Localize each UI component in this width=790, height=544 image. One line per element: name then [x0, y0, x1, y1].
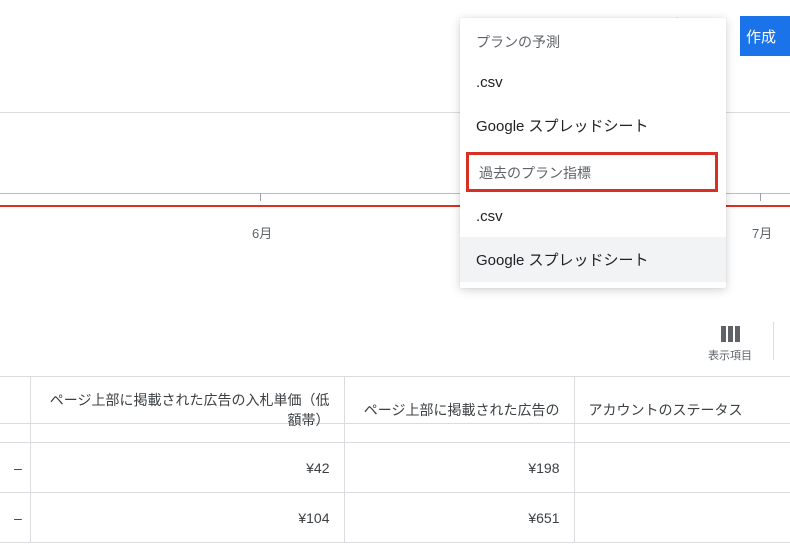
chart-tick-label: 7月 — [752, 223, 772, 242]
table-cell — [574, 443, 790, 493]
columns-icon — [721, 326, 740, 342]
chart-tick-label: 6月 — [252, 223, 272, 242]
menu-item-forecast-csv[interactable]: .csv — [460, 62, 726, 103]
table-header-cell[interactable]: アカウントのステータス — [574, 377, 790, 443]
table-row: – ¥104 ¥651 — [0, 493, 790, 543]
table-header-cell[interactable] — [0, 377, 30, 443]
table-cell: ¥651 — [344, 493, 574, 543]
download-menu: プランの予測 .csv Google スプレッドシート 過去のプラン指標 .cs… — [460, 18, 726, 288]
metrics-table: ページ上部に掲載された広告の入札単価（低額帯） ページ上部に掲載された広告の ア… — [0, 376, 790, 543]
table-header-cell[interactable]: ページ上部に掲載された広告の入札単価（低額帯） — [30, 377, 344, 443]
divider — [773, 322, 774, 360]
menu-item-historical-sheets[interactable]: Google スプレッドシート — [460, 237, 726, 282]
create-button[interactable]: 作成 — [740, 16, 790, 56]
columns-toggle[interactable]: 表示項目 — [708, 326, 752, 363]
menu-item-forecast-sheets[interactable]: Google スプレッドシート — [460, 103, 726, 148]
columns-toggle-label: 表示項目 — [708, 347, 752, 363]
menu-section-forecast-header: プランの予測 — [460, 18, 726, 62]
table-cell: ¥198 — [344, 443, 574, 493]
table-header-row: ページ上部に掲載された広告の入札単価（低額帯） ページ上部に掲載された広告の ア… — [0, 377, 790, 443]
table-cell: ¥104 — [30, 493, 344, 543]
menu-section-historical-header: 過去のプラン指標 — [466, 152, 718, 192]
table-cell — [574, 493, 790, 543]
table-header-cell[interactable]: ページ上部に掲載された広告の — [344, 377, 574, 443]
chart-tick — [760, 193, 761, 201]
menu-item-historical-csv[interactable]: .csv — [460, 196, 726, 237]
table-row: – ¥42 ¥198 — [0, 443, 790, 493]
chart-tick — [260, 193, 261, 201]
table-cell: – — [0, 443, 30, 493]
table-cell: ¥42 — [30, 443, 344, 493]
table-cell: – — [0, 493, 30, 543]
